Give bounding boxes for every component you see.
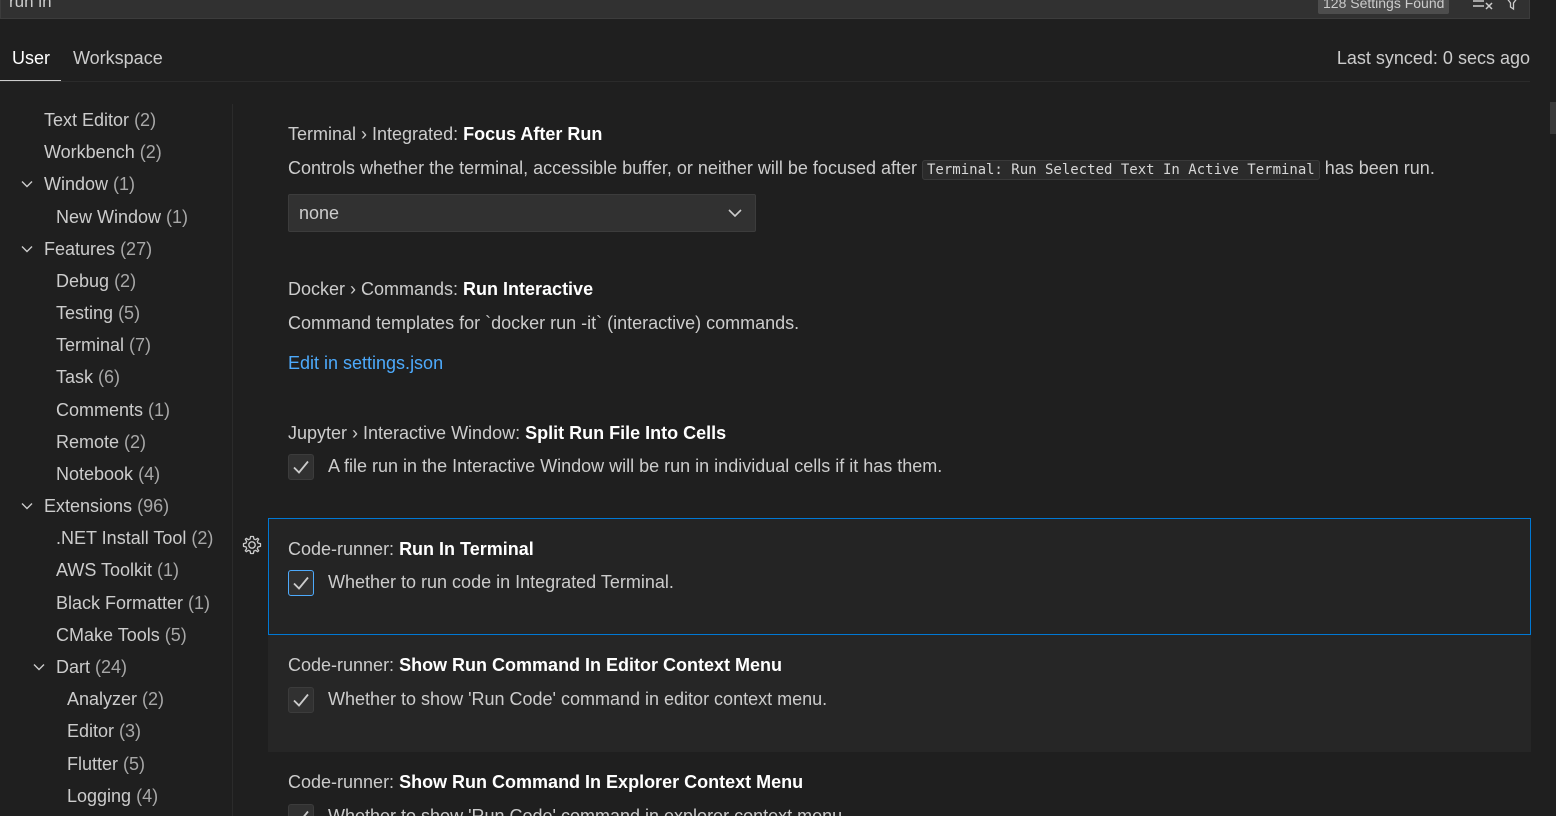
toc-item-testing[interactable]: Testing (5) <box>56 297 140 329</box>
toc-item-window[interactable]: Window (1) <box>44 168 135 200</box>
run-in-terminal-checkbox[interactable] <box>288 570 314 596</box>
toc-item-remote[interactable]: Remote (2) <box>56 426 146 458</box>
setting-code-runner-explorer-context-menu: Code-runner: Show Run Command In Explore… <box>268 752 1531 816</box>
gear-icon[interactable] <box>241 534 263 556</box>
setting-description: Whether to show 'Run Code' command in ex… <box>328 806 848 816</box>
toc-divider <box>232 104 233 816</box>
split-run-file-checkbox[interactable] <box>288 454 314 480</box>
toc-item-extensions[interactable]: Extensions (96) <box>44 490 169 522</box>
chevron-down-icon[interactable] <box>21 500 33 512</box>
sync-status: Last synced: 0 secs ago <box>1336 48 1530 68</box>
chevron-down-icon <box>728 209 742 218</box>
edit-in-settings-json-link[interactable]: Edit in settings.json <box>288 353 443 374</box>
toc-item-workbench[interactable]: Workbench (2) <box>44 136 162 168</box>
setting-code-runner-editor-context-menu: Code-runner: Show Run Command In Editor … <box>268 635 1531 752</box>
explorer-context-menu-checkbox[interactable] <box>288 804 314 816</box>
setting-description: Whether to run code in Integrated Termin… <box>328 572 674 592</box>
inline-code: Terminal: Run Selected Text In Active Te… <box>922 160 1320 180</box>
search-input[interactable]: run in <box>9 0 52 12</box>
checkmark-icon <box>303 810 309 816</box>
select-value: none <box>299 203 340 223</box>
setting-description: Command templates for `docker run -it` (… <box>288 313 800 333</box>
toc-item-task[interactable]: Task (6) <box>56 361 120 393</box>
toc-item-text-editor[interactable]: Text Editor (2) <box>44 104 156 136</box>
settings-scope-tabs: User Workspace <box>0 40 1530 82</box>
checkmark-icon <box>293 576 309 590</box>
toc-item-dart[interactable]: Dart (24) <box>56 651 127 683</box>
setting-title: Code-runner: Show Run Command In Explore… <box>288 772 804 792</box>
setting-title: Code-runner: Show Run Command In Editor … <box>288 655 783 675</box>
checkmark-icon <box>293 693 309 707</box>
setting-title: Terminal › Integrated: Focus After Run <box>288 124 603 144</box>
setting-terminal-focus-after-run: Terminal › Integrated: Focus After Run C… <box>268 104 1531 254</box>
toc-item-features[interactable]: Features (27) <box>44 233 152 265</box>
chevron-down-icon[interactable] <box>21 178 33 190</box>
checkmark-icon <box>293 460 309 474</box>
setting-title: Code-runner: Run In Terminal <box>288 539 534 559</box>
setting-docker-run-interactive: Docker › Commands: Run Interactive Comma… <box>268 259 1531 399</box>
results-count-badge: 128 Settings Found <box>1318 0 1450 14</box>
toc-item-notebook[interactable]: Notebook (4) <box>56 458 160 490</box>
toc-item-analyzer[interactable]: Analyzer (2) <box>67 683 164 715</box>
toc-item-comments[interactable]: Comments (1) <box>56 394 170 426</box>
toc-item-editor[interactable]: Editor (3) <box>67 715 141 747</box>
setting-title: Jupyter › Interactive Window: Split Run … <box>288 423 727 443</box>
settings-list: Terminal › Integrated: Focus After Run C… <box>268 104 1531 816</box>
toc-item-terminal[interactable]: Terminal (7) <box>56 329 151 361</box>
clear-filter-icon[interactable] <box>1472 0 1494 13</box>
scrollbar-thumb[interactable] <box>1550 102 1556 134</box>
setting-description: Controls whether the terminal, accessibl… <box>288 158 1435 180</box>
setting-description: A file run in the Interactive Window wil… <box>328 456 943 476</box>
focus-after-run-select[interactable]: none <box>288 194 756 232</box>
tab-workspace[interactable]: Workspace <box>73 48 163 69</box>
settings-search-box[interactable] <box>0 0 1530 19</box>
toc-item-cmake-tools[interactable]: CMake Tools (5) <box>56 619 187 651</box>
filter-icon[interactable] <box>1504 0 1520 11</box>
setting-description: Whether to show 'Run Code' command in ed… <box>328 689 828 709</box>
toc-item-logging[interactable]: Logging (4) <box>67 780 158 812</box>
toc-item-black-formatter[interactable]: Black Formatter (1) <box>56 587 210 619</box>
setting-code-runner-run-in-terminal[interactable]: Code-runner: Run In Terminal Whether to … <box>268 518 1531 635</box>
toc-item-flutter[interactable]: Flutter (5) <box>67 748 145 780</box>
tabs-divider <box>0 81 1530 82</box>
toc-item-new-window[interactable]: New Window (1) <box>56 201 188 233</box>
toc-item-aws-toolkit[interactable]: AWS Toolkit (1) <box>56 554 179 586</box>
toc-item-net-install-tool[interactable]: .NET Install Tool (2) <box>56 522 213 554</box>
editor-context-menu-checkbox[interactable] <box>288 687 314 713</box>
settings-toc: Text Editor (2) Workbench (2) Window (1)… <box>0 104 233 816</box>
toc-item-debug[interactable]: Debug (2) <box>56 265 136 297</box>
setting-jupyter-split-run-file: Jupyter › Interactive Window: Split Run … <box>268 403 1531 513</box>
setting-title: Docker › Commands: Run Interactive <box>288 279 594 299</box>
chevron-down-icon[interactable] <box>21 243 33 255</box>
chevron-down-icon[interactable] <box>33 661 45 673</box>
tab-user[interactable]: User <box>12 48 50 69</box>
